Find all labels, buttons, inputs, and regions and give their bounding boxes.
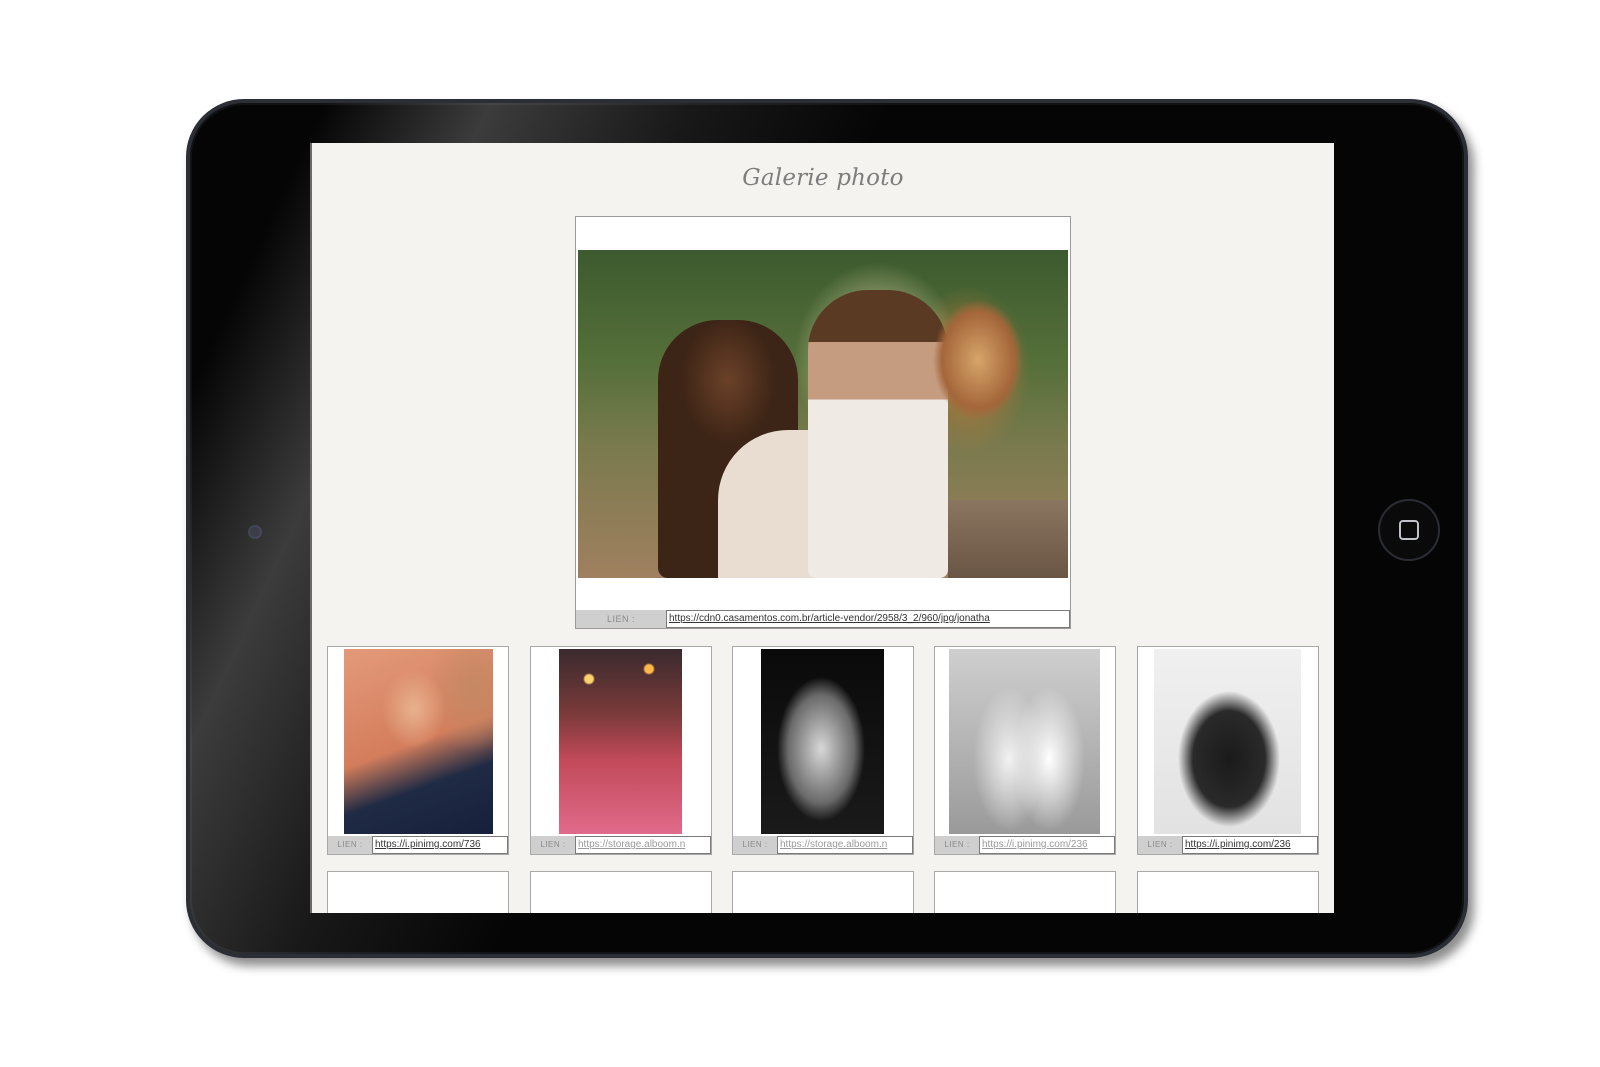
thumbnail-empty[interactable] bbox=[732, 871, 914, 913]
thumbnail-row: LIEN : https://i.pinimg.com/736 LIEN : h… bbox=[327, 646, 1321, 855]
page-title: Galerie photo bbox=[742, 165, 904, 191]
thumbnail-link-field[interactable]: https://storage.alboom.n bbox=[575, 836, 711, 854]
thumbnail-link-bar: LIEN : https://storage.alboom.n bbox=[531, 836, 711, 854]
thumbnail-photo[interactable] bbox=[949, 649, 1100, 834]
front-camera-icon bbox=[248, 525, 262, 539]
thumbnail-1[interactable]: LIEN : https://i.pinimg.com/736 bbox=[327, 646, 509, 855]
thumbnail-link-bar: LIEN : https://storage.alboom.n bbox=[733, 836, 913, 854]
thumbnail-link-field[interactable]: https://i.pinimg.com/736 bbox=[372, 836, 508, 854]
photo-boardwalk bbox=[948, 500, 1068, 578]
thumbnail-photo[interactable] bbox=[559, 649, 682, 834]
main-link-field[interactable]: https://cdn0.casamentos.com.br/article-v… bbox=[666, 610, 1070, 628]
thumbnail-link-label: LIEN : bbox=[1138, 836, 1182, 854]
main-image-frame: LIEN : https://cdn0.casamentos.com.br/ar… bbox=[575, 216, 1071, 629]
thumbnail-5[interactable]: LIEN : https://i.pinimg.com/236 bbox=[1137, 646, 1319, 855]
thumbnail-photo[interactable] bbox=[344, 649, 493, 834]
thumbnail-link-field[interactable]: https://i.pinimg.com/236 bbox=[1182, 836, 1318, 854]
thumbnail-2[interactable]: LIEN : https://storage.alboom.n bbox=[530, 646, 712, 855]
photo-bouquet bbox=[918, 280, 1038, 440]
main-link-bar: LIEN : https://cdn0.casamentos.com.br/ar… bbox=[576, 610, 1070, 628]
thumbnail-link-label: LIEN : bbox=[935, 836, 979, 854]
thumbnail-link-label: LIEN : bbox=[733, 836, 777, 854]
thumbnail-link-bar: LIEN : https://i.pinimg.com/236 bbox=[935, 836, 1115, 854]
thumbnail-link-label: LIEN : bbox=[328, 836, 372, 854]
thumbnail-link-field[interactable]: https://storage.alboom.n bbox=[777, 836, 913, 854]
tablet-screen: Galerie photo LIEN : https://cdn0.casame… bbox=[310, 143, 1334, 913]
thumbnail-empty[interactable] bbox=[530, 871, 712, 913]
thumbnail-link-bar: LIEN : https://i.pinimg.com/236 bbox=[1138, 836, 1318, 854]
thumbnail-4[interactable]: LIEN : https://i.pinimg.com/236 bbox=[934, 646, 1116, 855]
thumbnail-empty[interactable] bbox=[327, 871, 509, 913]
thumbnail-photo[interactable] bbox=[761, 649, 884, 834]
thumbnail-link-label: LIEN : bbox=[531, 836, 575, 854]
thumbnail-row-2 bbox=[327, 871, 1321, 913]
home-button[interactable] bbox=[1378, 499, 1440, 561]
thumbnail-photo[interactable] bbox=[1154, 649, 1301, 834]
main-link-label: LIEN : bbox=[576, 610, 666, 628]
home-square-icon bbox=[1399, 520, 1419, 540]
thumbnail-3[interactable]: LIEN : https://storage.alboom.n bbox=[732, 646, 914, 855]
thumbnail-empty[interactable] bbox=[1137, 871, 1319, 913]
main-photo[interactable] bbox=[578, 250, 1068, 578]
thumbnail-link-field[interactable]: https://i.pinimg.com/236 bbox=[979, 836, 1115, 854]
thumbnail-link-bar: LIEN : https://i.pinimg.com/736 bbox=[328, 836, 508, 854]
thumbnail-empty[interactable] bbox=[934, 871, 1116, 913]
